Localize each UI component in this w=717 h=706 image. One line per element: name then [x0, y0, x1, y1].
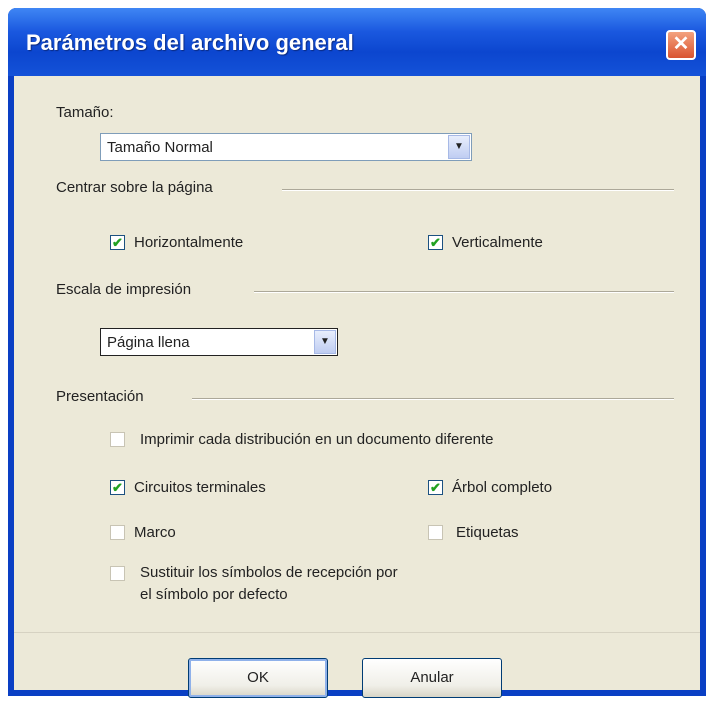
title-bar[interactable]: Parámetros del archivo general ✕	[8, 8, 706, 76]
scale-group-divider	[254, 291, 674, 293]
scale-select[interactable]: Página llena ▼	[100, 328, 338, 356]
circuits-checkbox[interactable]: ✔	[110, 480, 125, 495]
replace-symbols-label-line2: el símbolo por defecto	[140, 586, 288, 603]
window-title: Parámetros del archivo general	[26, 30, 354, 55]
presentation-group-label: Presentación	[56, 388, 144, 405]
cancel-button[interactable]: Anular	[362, 658, 502, 698]
replace-symbols-checkbox[interactable]	[110, 566, 125, 581]
dialog-window: Parámetros del archivo general ✕ Tamaño:…	[8, 8, 706, 698]
labels-checkbox[interactable]	[428, 525, 443, 540]
horizontal-label: Horizontalmente	[134, 234, 244, 251]
replace-symbols-label: Sustituir los símbolos de recepción por e…	[140, 562, 398, 606]
frame-label: Marco	[134, 524, 176, 541]
center-group-divider	[282, 189, 674, 191]
dialog-body: Tamaño: Tamaño Normal ▼ Centrar sobre la…	[14, 76, 700, 698]
footer-divider	[14, 632, 700, 633]
scale-select-value: Página llena	[107, 334, 190, 351]
print-each-checkbox[interactable]	[110, 432, 125, 447]
print-each-label: Imprimir cada distribución en un documen…	[140, 431, 494, 448]
scale-group-label: Escala de impresión	[56, 281, 192, 298]
close-icon: ✕	[672, 33, 690, 55]
vertical-checkbox[interactable]: ✔	[428, 235, 443, 250]
replace-symbols-label-line1: Sustituir los símbolos de recepción por	[140, 564, 398, 581]
close-button[interactable]: ✕	[666, 30, 696, 60]
horizontal-checkbox[interactable]: ✔	[110, 235, 125, 250]
vertical-label: Verticalmente	[452, 234, 543, 251]
center-group-label: Centrar sobre la página	[56, 179, 213, 196]
labels-label: Etiquetas	[456, 524, 519, 541]
size-select-value: Tamaño Normal	[107, 139, 213, 156]
frame-checkbox[interactable]	[110, 525, 125, 540]
presentation-group-divider	[192, 398, 674, 400]
ok-button[interactable]: OK	[188, 658, 328, 698]
full-tree-label: Árbol completo	[452, 479, 553, 496]
circuits-label: Circuitos terminales	[134, 479, 266, 496]
chevron-down-icon[interactable]: ▼	[448, 135, 470, 159]
size-select[interactable]: Tamaño Normal ▼	[100, 133, 472, 161]
chevron-down-icon[interactable]: ▼	[314, 330, 336, 354]
size-label: Tamaño:	[56, 104, 114, 121]
full-tree-checkbox[interactable]: ✔	[428, 480, 443, 495]
